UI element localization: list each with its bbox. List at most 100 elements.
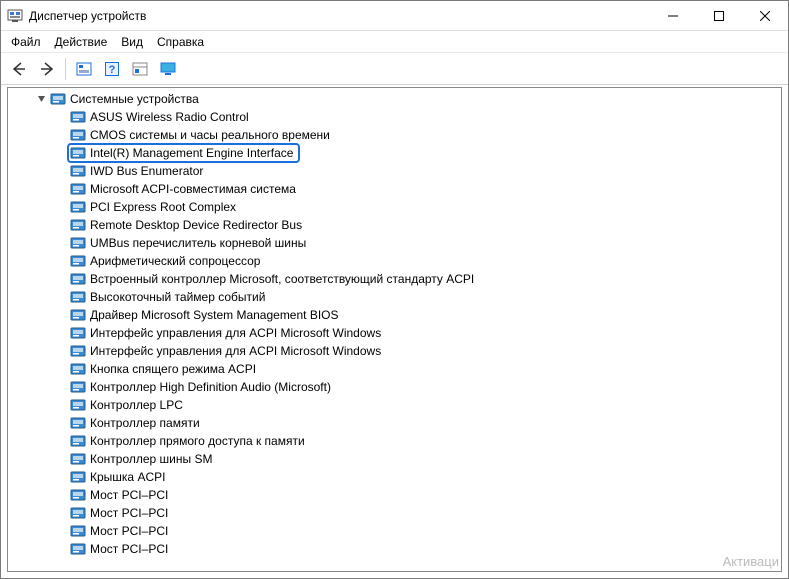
monitor-button[interactable] bbox=[156, 57, 180, 81]
tree-item-label: UMBus перечислитель корневой шины bbox=[90, 236, 306, 250]
tree-item-label: Мост PCI–PCI bbox=[90, 542, 168, 556]
content-pane: Системные устройства ASUS Wireless Radio… bbox=[7, 87, 782, 572]
tree-item-label: Интерфейс управления для ACPI Microsoft … bbox=[90, 344, 381, 358]
device-icon bbox=[70, 307, 86, 323]
toolbar-separator bbox=[65, 58, 66, 80]
tree-item[interactable]: Мост PCI–PCI bbox=[8, 504, 781, 522]
tree-item-label: Remote Desktop Device Redirector Bus bbox=[90, 218, 302, 232]
device-icon bbox=[70, 343, 86, 359]
tree-item[interactable]: Кнопка спящего режима ACPI bbox=[8, 360, 781, 378]
window-title: Диспетчер устройств bbox=[29, 9, 146, 23]
device-icon bbox=[70, 361, 86, 377]
device-icon bbox=[70, 541, 86, 557]
tree-item-label: PCI Express Root Complex bbox=[90, 200, 236, 214]
tree-item-label: Кнопка спящего режима ACPI bbox=[90, 362, 256, 376]
tree-item-label: Интерфейс управления для ACPI Microsoft … bbox=[90, 326, 381, 340]
tree-item[interactable]: CMOS системы и часы реального времени bbox=[8, 126, 781, 144]
device-icon bbox=[70, 433, 86, 449]
show-hidden-button[interactable] bbox=[72, 57, 96, 81]
tree-item-label: Мост PCI–PCI bbox=[90, 488, 168, 502]
device-icon bbox=[70, 397, 86, 413]
device-icon bbox=[70, 235, 86, 251]
tree-item-label: Высокоточный таймер событий bbox=[90, 290, 265, 304]
device-icon bbox=[70, 109, 86, 125]
device-icon bbox=[70, 127, 86, 143]
tree-item[interactable]: Intel(R) Management Engine Interface bbox=[68, 144, 299, 162]
tree-item-label: Intel(R) Management Engine Interface bbox=[90, 146, 293, 160]
tree-item[interactable]: Контроллер High Definition Audio (Micros… bbox=[8, 378, 781, 396]
tree-item[interactable]: Microsoft ACPI-совместимая система bbox=[8, 180, 781, 198]
tree-root-node[interactable]: Системные устройства bbox=[8, 90, 781, 108]
properties-button[interactable] bbox=[128, 57, 152, 81]
tree-item[interactable]: Контроллер памяти bbox=[8, 414, 781, 432]
device-icon bbox=[70, 289, 86, 305]
tree-item[interactable]: UMBus перечислитель корневой шины bbox=[8, 234, 781, 252]
chevron-down-icon[interactable] bbox=[36, 93, 48, 105]
tree-item[interactable]: Интерфейс управления для ACPI Microsoft … bbox=[8, 324, 781, 342]
device-icon bbox=[70, 163, 86, 179]
tree-item[interactable]: ASUS Wireless Radio Control bbox=[8, 108, 781, 126]
menu-view[interactable]: Вид bbox=[121, 35, 143, 49]
help-button[interactable]: ? bbox=[100, 57, 124, 81]
forward-button[interactable] bbox=[35, 57, 59, 81]
device-icon bbox=[70, 217, 86, 233]
tree-item-label: CMOS системы и часы реального времени bbox=[90, 128, 330, 142]
tree-item-label: Драйвер Microsoft System Management BIOS bbox=[90, 308, 339, 322]
tree-item[interactable]: Remote Desktop Device Redirector Bus bbox=[8, 216, 781, 234]
device-icon bbox=[70, 523, 86, 539]
tree-item[interactable]: Высокоточный таймер событий bbox=[8, 288, 781, 306]
tree-item-label: Мост PCI–PCI bbox=[90, 506, 168, 520]
menu-file[interactable]: Файл bbox=[11, 35, 41, 49]
device-icon bbox=[70, 181, 86, 197]
tree-item-label: Контроллер памяти bbox=[90, 416, 200, 430]
tree-item[interactable]: Контроллер прямого доступа к памяти bbox=[8, 432, 781, 450]
tree-item-label: Мост PCI–PCI bbox=[90, 524, 168, 538]
tree-item[interactable]: Мост PCI–PCI bbox=[8, 522, 781, 540]
titlebar: Диспетчер устройств bbox=[1, 1, 788, 31]
close-button[interactable] bbox=[742, 1, 788, 30]
app-icon bbox=[7, 8, 23, 24]
minimize-button[interactable] bbox=[650, 1, 696, 30]
menu-action[interactable]: Действие bbox=[55, 35, 108, 49]
tree-item-label: Контроллер прямого доступа к памяти bbox=[90, 434, 305, 448]
tree-item-label: Крышка ACPI bbox=[90, 470, 165, 484]
tree-item[interactable]: PCI Express Root Complex bbox=[8, 198, 781, 216]
device-icon bbox=[70, 199, 86, 215]
tree-item-label: Контроллер High Definition Audio (Micros… bbox=[90, 380, 331, 394]
tree-item[interactable]: Встроенный контроллер Microsoft, соответ… bbox=[8, 270, 781, 288]
tree-item[interactable]: Крышка ACPI bbox=[8, 468, 781, 486]
device-icon bbox=[70, 469, 86, 485]
tree-item-label: ASUS Wireless Radio Control bbox=[90, 110, 249, 124]
tree-item[interactable]: Мост PCI–PCI bbox=[8, 486, 781, 504]
tree-item[interactable]: Контроллер LPC bbox=[8, 396, 781, 414]
tree-item[interactable]: Контроллер шины SM bbox=[8, 450, 781, 468]
tree-item[interactable]: Мост PCI–PCI bbox=[8, 540, 781, 558]
device-icon bbox=[70, 415, 86, 431]
device-icon bbox=[70, 253, 86, 269]
tree-item-label: IWD Bus Enumerator bbox=[90, 164, 203, 178]
maximize-button[interactable] bbox=[696, 1, 742, 30]
tree-item[interactable]: Драйвер Microsoft System Management BIOS bbox=[8, 306, 781, 324]
tree-item[interactable]: Интерфейс управления для ACPI Microsoft … bbox=[8, 342, 781, 360]
back-button[interactable] bbox=[7, 57, 31, 81]
tree-item-label: Контроллер шины SM bbox=[90, 452, 212, 466]
tree-item-label: Microsoft ACPI-совместимая система bbox=[90, 182, 296, 196]
device-icon bbox=[70, 271, 86, 287]
category-icon bbox=[50, 91, 66, 107]
toolbar: ? bbox=[1, 53, 788, 85]
tree-root-label: Системные устройства bbox=[70, 92, 199, 106]
menu-help[interactable]: Справка bbox=[157, 35, 204, 49]
window-controls bbox=[650, 1, 788, 30]
tree-item-label: Контроллер LPC bbox=[90, 398, 183, 412]
svg-text:?: ? bbox=[109, 64, 116, 76]
device-icon bbox=[70, 487, 86, 503]
tree-item[interactable]: Арифметический сопроцессор bbox=[8, 252, 781, 270]
device-icon bbox=[70, 325, 86, 341]
device-icon bbox=[70, 505, 86, 521]
menubar: Файл Действие Вид Справка bbox=[1, 31, 788, 53]
tree-item-label: Встроенный контроллер Microsoft, соответ… bbox=[90, 272, 474, 286]
device-tree[interactable]: Системные устройства ASUS Wireless Radio… bbox=[8, 88, 781, 571]
tree-item-label: Арифметический сопроцессор bbox=[90, 254, 260, 268]
tree-item[interactable]: IWD Bus Enumerator bbox=[8, 162, 781, 180]
device-icon bbox=[70, 145, 86, 161]
